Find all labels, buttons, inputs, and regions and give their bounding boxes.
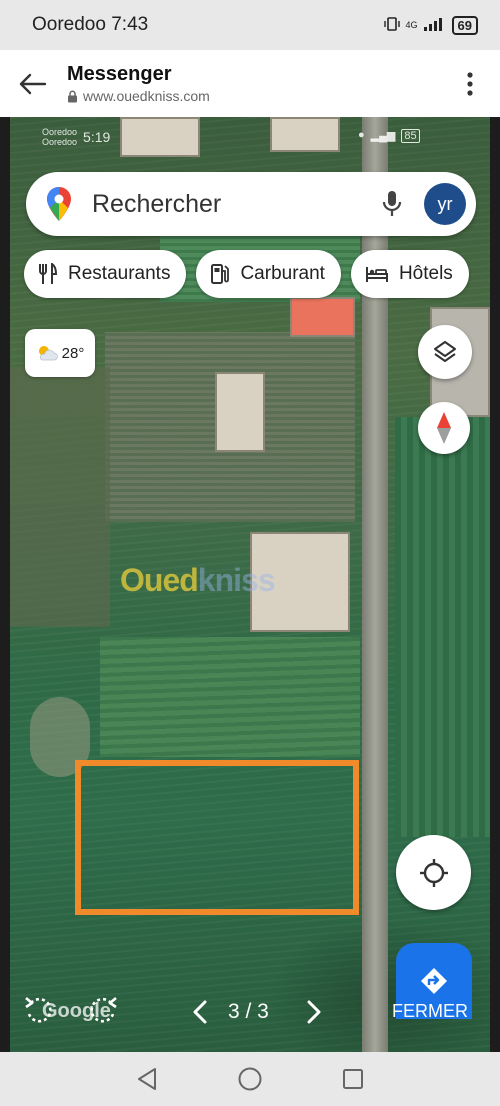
crosshair-icon [419, 858, 448, 887]
building [270, 117, 340, 152]
status-icons: 4G 69 [383, 15, 478, 35]
lock-icon [68, 90, 77, 102]
page-url: www.ouedkniss.com [67, 88, 440, 104]
more-options-button[interactable] [440, 50, 500, 117]
map-layers-button[interactable] [418, 325, 472, 379]
image-counter: 3 / 3 [228, 1000, 269, 1023]
building [215, 372, 265, 452]
maps-search-bar[interactable]: Rechercher yr [26, 172, 476, 236]
signal-icon: ▂▄▆ [370, 130, 396, 142]
chip-hotels[interactable]: Hôtels [350, 250, 469, 298]
system-nav-bar [0, 1052, 500, 1106]
next-image-button[interactable] [300, 997, 328, 1027]
triangle-back-icon [137, 1068, 156, 1090]
battery-indicator: 69 [451, 15, 478, 35]
back-button[interactable] [0, 50, 64, 117]
rotate-right-icon [90, 997, 117, 1023]
network-type: 4G [405, 20, 418, 30]
app-title: Messenger [67, 63, 172, 85]
close-viewer-button[interactable]: FERMER [392, 1001, 468, 1022]
hotel-icon [365, 267, 388, 282]
watermark-part2: kniss [197, 562, 276, 598]
nav-recents-button[interactable] [338, 1064, 368, 1094]
app-bar: Messenger www.ouedkniss.com [0, 50, 500, 117]
partly-cloudy-icon [38, 346, 58, 361]
embedded-battery: 85 [401, 129, 420, 143]
status-bar: Ooredoo 7:43 4G 69 [0, 0, 500, 50]
carrier-time: Ooredoo 7:43 [32, 14, 149, 35]
fuel-icon [211, 264, 230, 284]
square-recents-icon [343, 1069, 364, 1089]
layers-icon [434, 341, 456, 362]
circle-home-icon [238, 1067, 262, 1091]
chip-fuel[interactable]: Carburant [196, 250, 341, 298]
chevron-right-icon [307, 1000, 321, 1024]
url-text: www.ouedkniss.com [83, 88, 210, 104]
rotate-right-button[interactable] [86, 993, 120, 1027]
search-placeholder: Rechercher [92, 189, 222, 218]
avatar[interactable]: yr [424, 183, 466, 225]
watermark: Ouedkniss [120, 562, 276, 599]
maps-pin-icon [44, 186, 74, 222]
location-icon: ● [358, 129, 365, 141]
arrow-left-icon [19, 73, 47, 94]
field-plot [100, 637, 360, 757]
my-location-button[interactable] [396, 835, 471, 910]
nav-back-button[interactable] [132, 1064, 162, 1094]
previous-image-button[interactable] [186, 997, 214, 1027]
plot-highlight-rectangle [75, 760, 359, 915]
embedded-time: 5:19 [83, 129, 111, 145]
chip-label: Carburant [240, 263, 325, 284]
compass-button[interactable] [418, 402, 470, 454]
chevron-left-icon [193, 1000, 207, 1024]
chip-restaurants[interactable]: Restaurants [24, 250, 187, 298]
building [290, 297, 355, 337]
category-chips: Restaurants Carburant Hôtels [24, 250, 469, 298]
more-vertical-icon [467, 71, 473, 96]
restaurant-icon [39, 263, 58, 284]
embedded-status-bar: Ooredoo Ooredoo 5:19 [42, 127, 110, 147]
building [120, 117, 200, 157]
chip-label: Restaurants [68, 263, 171, 284]
compass-icon [437, 412, 451, 444]
embedded-carrier: Ooredoo Ooredoo [42, 127, 78, 147]
chip-label: Hôtels [398, 263, 453, 284]
signal-icon [423, 17, 446, 34]
nav-home-button[interactable] [235, 1064, 265, 1094]
directions-icon [421, 968, 447, 994]
rotate-left-icon [25, 997, 52, 1023]
field-plot [395, 417, 490, 837]
rotate-left-button[interactable] [22, 993, 56, 1027]
image-viewer[interactable]: Ooredoo Ooredoo 5:19 ● ▂▄▆ 85 Rechercher… [0, 117, 500, 1052]
watermark-part1: Oued [120, 562, 199, 598]
microphone-icon[interactable] [372, 184, 412, 224]
embedded-status-icons: ● ▂▄▆ 85 [358, 129, 420, 143]
field-plot [10, 367, 110, 627]
title-block: Messenger www.ouedkniss.com [64, 63, 440, 104]
temperature: 28° [61, 344, 85, 362]
vibrate-icon [383, 16, 400, 35]
weather-badge[interactable]: 28° [25, 329, 95, 377]
